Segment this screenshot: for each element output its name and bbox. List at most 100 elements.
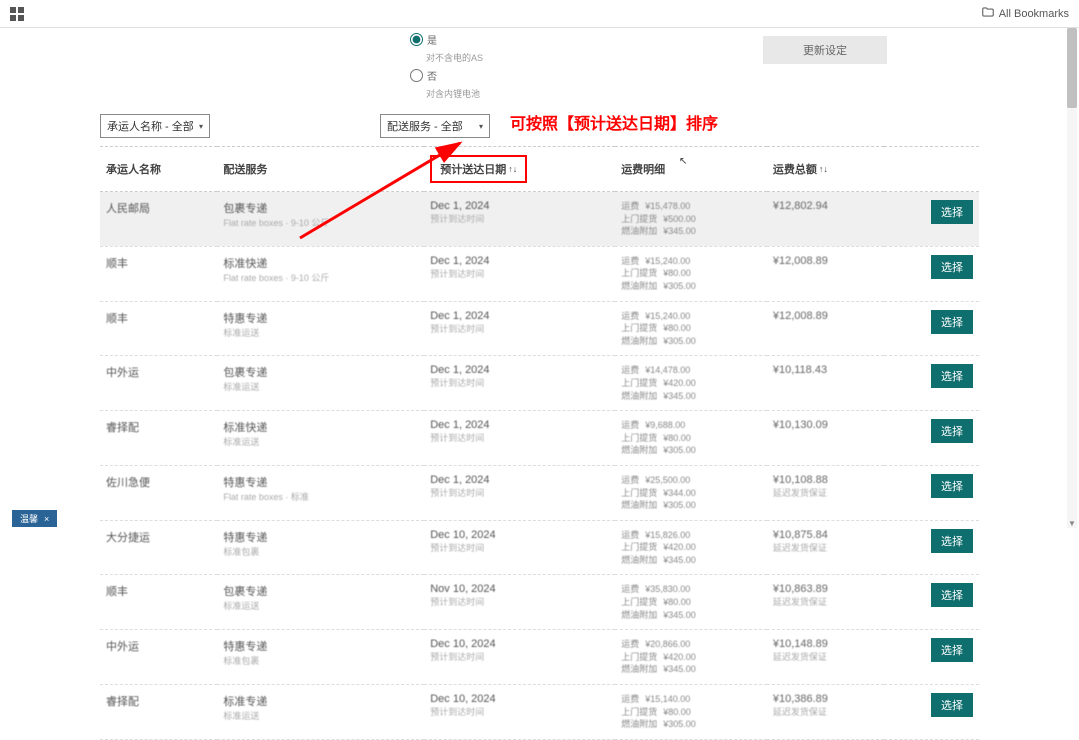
eta-date: Dec 1, 2024: [430, 200, 609, 212]
th-service[interactable]: 配送服务: [217, 147, 424, 192]
service-sub: Flat rate boxes · 9-10 公斤: [223, 216, 418, 229]
close-icon[interactable]: ×: [44, 514, 49, 524]
folder-icon: [981, 5, 995, 22]
fee-detail: 运费¥15,240.00 上门提货¥80.00 燃油附加¥305.00: [621, 255, 761, 293]
fee-detail: 运费¥15,826.00 上门提货¥420.00 燃油附加¥345.00: [621, 529, 761, 567]
carrier-filter-label: 承运人名称 - 全部: [107, 118, 194, 134]
fee-detail: 运费¥25,500.00 上门提货¥344.00 燃油附加¥305.00: [621, 474, 761, 512]
carrier-name: 人民邮局: [106, 200, 211, 216]
fee-detail: 运费¥14,478.00 上门提货¥420.00 燃油附加¥345.00: [621, 364, 761, 402]
cursor-icon: ↖: [679, 156, 687, 167]
select-button[interactable]: 选择: [931, 200, 973, 224]
fee-detail: 运费¥15,478.00 上门提货¥500.00 燃油附加¥345.00: [621, 200, 761, 238]
service-name: 特惠专递: [223, 638, 418, 654]
select-button[interactable]: 选择: [931, 693, 973, 717]
service-sub: 标准运送: [223, 326, 418, 339]
total-sub: 延迟发货保证: [773, 486, 879, 499]
bottom-tab-label: 温馨: [20, 512, 38, 525]
select-button[interactable]: 选择: [931, 583, 973, 607]
radio-option-no[interactable]: 否: [410, 68, 483, 83]
radio-yes-input[interactable]: [410, 33, 423, 46]
select-button[interactable]: 选择: [931, 474, 973, 498]
service-name: 包裹专递: [223, 200, 418, 216]
annotation-text: 可按照【预计送达日期】排序: [510, 110, 718, 134]
service-name: 包裹专递: [223, 364, 418, 380]
eta-sub: 预计到达时间: [430, 376, 609, 389]
carrier-name: 顺丰: [106, 583, 211, 599]
service-sub: 标准运送: [223, 599, 418, 612]
eta-sub: 预计到达时间: [430, 322, 609, 335]
total-sub: 延迟发货保证: [773, 595, 879, 608]
th-carrier[interactable]: 承运人名称: [100, 147, 217, 192]
service-name: 特惠专递: [223, 310, 418, 326]
fee-detail: 运费¥9,688.00 上门提货¥80.00 燃油附加¥305.00: [621, 419, 761, 457]
total-amount: ¥10,863.89: [773, 583, 879, 595]
total-amount: ¥12,802.94: [773, 200, 879, 212]
sort-icon: ↑↓: [819, 164, 828, 174]
eta-date: Dec 1, 2024: [430, 364, 609, 376]
service-sub: 标准运送: [223, 380, 418, 393]
select-button[interactable]: 选择: [931, 638, 973, 662]
total-amount: ¥10,148.89: [773, 638, 879, 650]
service-sub: 标准运送: [223, 435, 418, 448]
service-name: 标准专递: [223, 693, 418, 709]
table-row: 中外运 包裹专递标准运送 Dec 1, 2024预计到达时间 运费¥14,478…: [100, 356, 979, 411]
all-bookmarks-link[interactable]: All Bookmarks: [981, 5, 1069, 22]
th-fee-detail[interactable]: 运费明细: [615, 147, 767, 192]
carrier-name: 中外运: [106, 364, 211, 380]
eta-date: Dec 1, 2024: [430, 419, 609, 431]
radio-no-input[interactable]: [410, 69, 423, 82]
eta-date: Dec 10, 2024: [430, 529, 609, 541]
table-row: 顺丰 包裹专递标准运送 Nov 10, 2024预计到达时间 运费¥35,830…: [100, 575, 979, 630]
eta-date: Dec 10, 2024: [430, 638, 609, 650]
total-sub: 延迟发货保证: [773, 650, 879, 663]
browser-topbar: All Bookmarks: [0, 0, 1079, 28]
fee-detail: 运费¥20,866.00 上门提货¥420.00 燃油附加¥345.00: [621, 638, 761, 676]
service-name: 标准快递: [223, 255, 418, 271]
bottom-tab[interactable]: 温馨 ×: [12, 510, 57, 527]
total-amount: ¥12,008.89: [773, 310, 879, 322]
radio-yes-sub: 对不含电的AS: [426, 51, 483, 64]
th-eta[interactable]: 预计送达日期 ↑↓: [424, 147, 615, 192]
eta-sub: 预计到达时间: [430, 431, 609, 444]
radio-yes-label: 是: [427, 32, 437, 47]
carrier-filter-select[interactable]: 承运人名称 - 全部 ▾: [100, 114, 210, 138]
total-amount: ¥10,875.84: [773, 529, 879, 541]
eta-date: Dec 1, 2024: [430, 255, 609, 267]
total-amount: ¥12,008.89: [773, 255, 879, 267]
shipping-rates-table: 承运人名称 配送服务 预计送达日期 ↑↓ 运费明细 运费总额 ↑↓: [100, 146, 979, 740]
th-total[interactable]: 运费总额 ↑↓: [767, 147, 885, 192]
service-name: 特惠专递: [223, 474, 418, 490]
radio-option-yes[interactable]: 是: [410, 32, 483, 47]
service-filter-select[interactable]: 配送服务 - 全部 ▾: [380, 114, 490, 138]
service-sub: 标准包裹: [223, 545, 418, 558]
total-sub: 延迟发货保证: [773, 541, 879, 554]
eta-sub: 预计到达时间: [430, 212, 609, 225]
service-filter-label: 配送服务 - 全部: [387, 118, 463, 134]
battery-radio-group: 是 对不含电的AS 否 对含内锂电池: [410, 32, 483, 100]
service-sub: 标准包裹: [223, 654, 418, 667]
eta-sub: 预计到达时间: [430, 595, 609, 608]
select-button[interactable]: 选择: [931, 419, 973, 443]
carrier-name: 睿择配: [106, 419, 211, 435]
select-button[interactable]: 选择: [931, 255, 973, 279]
service-sub: 标准运送: [223, 709, 418, 722]
eta-sub: 预计到达时间: [430, 705, 609, 718]
service-name: 特惠专递: [223, 529, 418, 545]
eta-sub: 预计到达时间: [430, 541, 609, 554]
eta-date: Dec 1, 2024: [430, 474, 609, 486]
table-row: 顺丰 标准快递Flat rate boxes · 9-10 公斤 Dec 1, …: [100, 246, 979, 301]
fee-detail: 运费¥35,830.00 上门提货¥80.00 燃油附加¥345.00: [621, 583, 761, 621]
apps-grid-icon[interactable]: [10, 7, 24, 21]
eta-date: Dec 10, 2024: [430, 693, 609, 705]
select-button[interactable]: 选择: [931, 364, 973, 388]
refresh-button[interactable]: 更新设定: [763, 36, 887, 64]
table-row: 睿择配 标准专递标准运送 Dec 10, 2024预计到达时间 运费¥15,14…: [100, 685, 979, 740]
table-row: 顺丰 特惠专递标准运送 Dec 1, 2024预计到达时间 运费¥15,240.…: [100, 301, 979, 356]
service-sub: Flat rate boxes · 标准: [223, 490, 418, 503]
select-button[interactable]: 选择: [931, 310, 973, 334]
total-amount: ¥10,108.88: [773, 474, 879, 486]
total-amount: ¥10,118.43: [773, 364, 879, 376]
eta-sub: 预计到达时间: [430, 650, 609, 663]
select-button[interactable]: 选择: [931, 529, 973, 553]
